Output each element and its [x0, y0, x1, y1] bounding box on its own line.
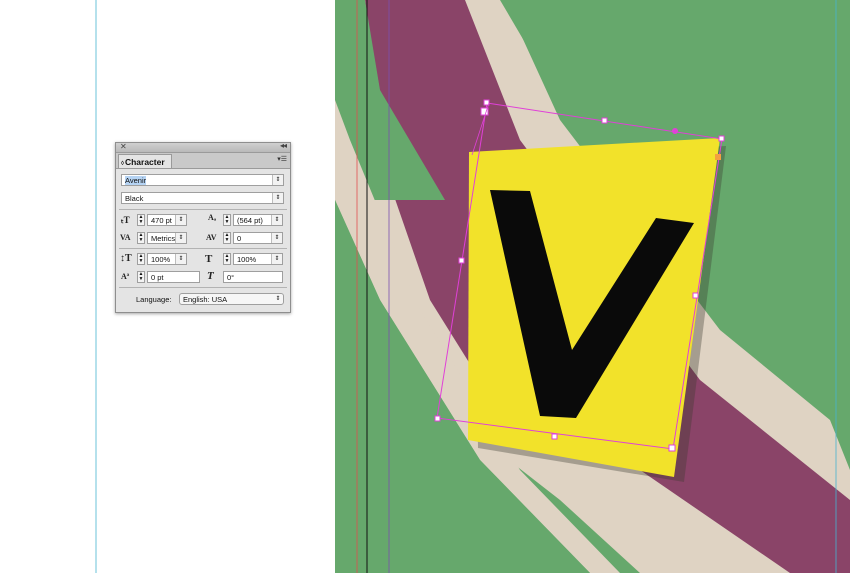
tracking-value: 0	[237, 234, 242, 243]
font-size-icon: ₜT	[121, 215, 130, 225]
font-style-field[interactable]: Black ⇕	[121, 192, 284, 204]
font-size-value: 470 pt	[151, 216, 172, 225]
language-label: Language:	[136, 295, 172, 304]
rotation-handle[interactable]	[672, 128, 678, 134]
vertical-scale-stepper[interactable]: ▲ ▼	[137, 253, 145, 265]
font-size-field[interactable]: 470 pt ⇕	[147, 214, 187, 226]
chevron-updown-icon[interactable]: ⇕	[272, 193, 283, 203]
chevron-down-icon[interactable]: ⇕	[175, 254, 186, 264]
panel-title: Character	[124, 157, 165, 167]
leading-icon: Aₐ	[208, 213, 217, 222]
horizontal-scale-stepper[interactable]: ▲ ▼	[223, 253, 231, 265]
panel-tabbar: ◊Character ▾☰	[116, 153, 290, 169]
leading-stepper[interactable]: ▲ ▼	[223, 214, 231, 226]
kerning-value: Metrics	[151, 234, 176, 243]
panel-titlebar[interactable]: ✕ ◂◂	[116, 141, 290, 153]
baseline-shift-stepper[interactable]: ▲ ▼	[137, 271, 145, 283]
chevron-down-icon[interactable]: ⇕	[175, 233, 186, 243]
chevron-down-icon[interactable]: ⇕	[271, 215, 282, 225]
skew-value: 0°	[227, 273, 235, 282]
chevron-updown-icon[interactable]: ⇕	[272, 175, 283, 185]
baseline-shift-icon: Aª	[121, 272, 130, 281]
baseline-shift-value: 0 pt	[151, 273, 164, 282]
tracking-icon: AV	[206, 233, 217, 242]
kerning-stepper[interactable]: ▲ ▼	[137, 232, 145, 244]
baseline-shift-field[interactable]: 0 pt	[147, 271, 200, 283]
horizontal-scale-value: 100%	[237, 255, 257, 264]
leading-field[interactable]: (564 pt) ⇕	[233, 214, 283, 226]
chevron-down-icon[interactable]: ⇕	[271, 233, 282, 243]
language-select[interactable]: English: USA ⇕	[179, 293, 284, 305]
character-panel[interactable]: ✕ ◂◂ ◊Character ▾☰ Avenir ⇕ Black ⇕ ₜT ▲…	[115, 141, 291, 313]
skew-field[interactable]: 0°	[223, 271, 283, 283]
tracking-field[interactable]: 0 ⇕	[233, 232, 283, 244]
frame-corner-marker[interactable]	[715, 154, 721, 160]
chevron-down-icon[interactable]: ⇕	[175, 215, 186, 225]
panel-menu-icon[interactable]: ▾☰	[277, 155, 287, 163]
vertical-scale-icon: ↕T	[120, 253, 132, 264]
language-value: English: USA	[183, 295, 228, 304]
leading-value: (564 pt)	[237, 216, 263, 225]
tab-character[interactable]: ◊Character	[118, 154, 172, 168]
horizontal-scale-icon: T	[205, 253, 213, 265]
font-family-value: Avenir	[125, 176, 147, 185]
kerning-field[interactable]: Metrics ⇕	[147, 232, 187, 244]
font-family-field[interactable]: Avenir ⇕	[121, 174, 284, 186]
vertical-scale-value: 100%	[151, 255, 171, 264]
kerning-icon: VA	[120, 233, 131, 242]
font-style-value: Black	[125, 194, 144, 203]
font-size-stepper[interactable]: ▲ ▼	[137, 214, 145, 226]
tab-arrows-icon: ◊	[121, 161, 124, 167]
vertical-scale-field[interactable]: 100% ⇕	[147, 253, 187, 265]
chevron-down-icon[interactable]: ⇕	[271, 254, 282, 264]
divider	[119, 287, 287, 288]
skew-icon: T	[207, 270, 214, 282]
divider	[119, 248, 287, 249]
close-icon[interactable]: ✕	[120, 142, 127, 151]
horizontal-scale-field[interactable]: 100% ⇕	[233, 253, 283, 265]
chevron-updown-icon[interactable]: ⇕	[273, 294, 283, 304]
collapse-icon[interactable]: ◂◂	[280, 141, 287, 150]
tracking-stepper[interactable]: ▲ ▼	[223, 232, 231, 244]
divider	[119, 209, 287, 210]
